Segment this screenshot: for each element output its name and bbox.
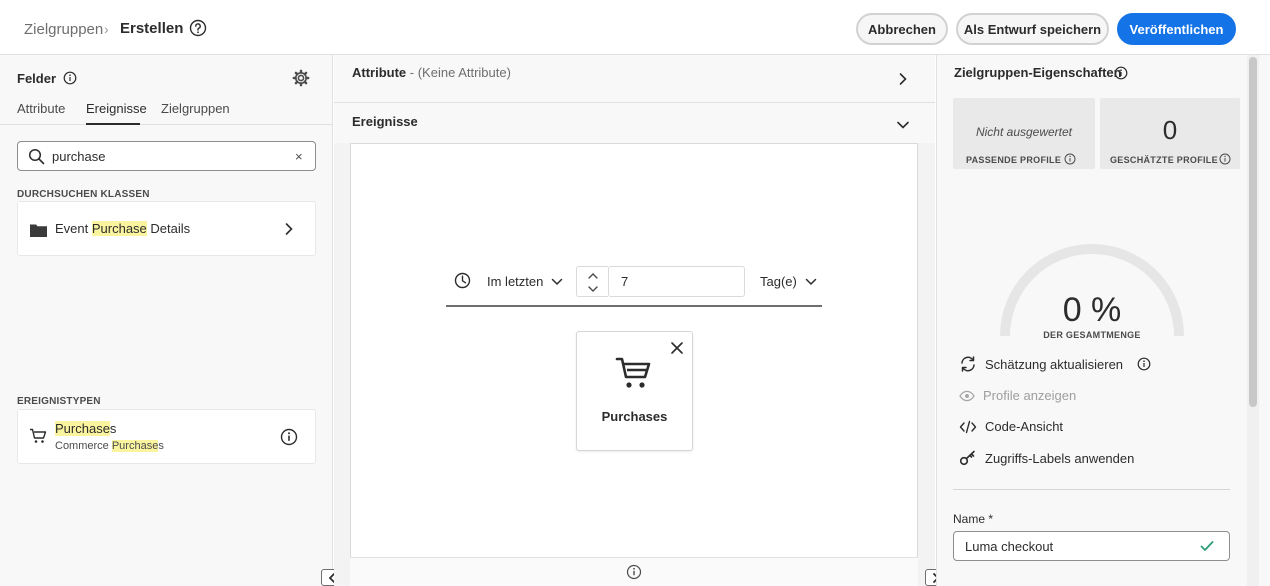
estimated-profiles-label: GESCHÄTZTE PROFILE — [1110, 155, 1218, 165]
name-input[interactable]: Luma checkout — [965, 539, 1053, 554]
browse-class-item[interactable]: Event Purchase Details — [17, 201, 316, 256]
tab-audiences[interactable]: Zielgruppen — [161, 101, 230, 116]
canvas-footer — [350, 557, 918, 586]
save-draft-button[interactable]: Als Entwurf speichern — [956, 13, 1109, 45]
refresh-estimate-button[interactable]: Schätzung aktualisieren — [959, 356, 1151, 372]
cart-icon — [29, 428, 47, 444]
cancel-button[interactable]: Abbrechen — [856, 13, 948, 45]
chevron-down-icon[interactable] — [805, 278, 817, 286]
gauge-label: DER GESAMTMENGE — [1043, 330, 1141, 340]
events-canvas: Im letzten 7 Tag(e) Purchases — [350, 143, 918, 586]
chevron-right-icon[interactable] — [284, 222, 294, 236]
chevron-down-icon[interactable] — [551, 278, 563, 286]
event-type-item[interactable]: Purchases Commerce Purchases — [17, 409, 316, 464]
browse-classes-label: DURCHSUCHEN KLASSEN — [17, 189, 150, 200]
help-icon[interactable] — [189, 19, 207, 37]
info-icon[interactable] — [1114, 66, 1128, 80]
fields-panel: Felder Attribute Ereignisse Zielgruppen … — [0, 55, 333, 586]
close-icon[interactable] — [669, 340, 685, 356]
tab-attributes[interactable]: Attribute — [17, 101, 65, 116]
search-icon — [28, 148, 45, 165]
view-profiles-button[interactable]: Profile anzeigen — [959, 388, 1076, 403]
matching-profiles-label: PASSENDE PROFILE — [966, 155, 1062, 165]
name-field[interactable]: Luma checkout — [953, 531, 1230, 561]
events-section-header[interactable]: Ereignisse — [334, 103, 935, 143]
estimated-profiles-box: 0 GESCHÄTZTE PROFILE — [1100, 98, 1240, 169]
event-card-label: Purchases — [601, 409, 668, 424]
browse-class-label: Event Purchase Details — [55, 221, 191, 236]
time-value-input[interactable]: 7 — [608, 266, 745, 297]
time-unit-select[interactable]: Tag(e) — [760, 274, 797, 289]
events-section-title: Ereignisse — [352, 114, 418, 129]
attributes-section-header[interactable]: Attribute - (Keine Attribute) — [334, 55, 935, 103]
properties-title: Zielgruppen-Eigenschaften — [954, 65, 1122, 80]
breadcrumb-separator: › — [104, 21, 109, 37]
key-icon — [959, 450, 977, 466]
info-icon[interactable] — [1064, 153, 1076, 165]
clear-icon[interactable]: × — [295, 149, 303, 164]
info-icon[interactable] — [626, 564, 642, 580]
estimated-profiles-value: 0 — [1162, 115, 1178, 145]
scrollbar-thumb[interactable] — [1249, 57, 1257, 407]
folder-icon — [30, 223, 47, 237]
page-title: Erstellen — [120, 20, 184, 37]
breadcrumb-parent[interactable]: Zielgruppen — [24, 21, 103, 38]
quantity-stepper[interactable] — [576, 266, 608, 297]
fields-title: Felder — [17, 71, 57, 86]
publish-button[interactable]: Veröffentlichen — [1117, 13, 1236, 45]
gear-icon[interactable] — [292, 69, 310, 87]
event-type-title: Purchases — [55, 421, 117, 436]
cart-icon — [615, 356, 653, 390]
name-label: Name * — [953, 512, 994, 526]
timeline-bar — [446, 305, 822, 307]
active-tab-indicator — [86, 123, 140, 125]
event-type-subtitle: Commerce Purchases — [55, 440, 164, 452]
gauge-value: 0 % — [1062, 291, 1122, 329]
eye-icon — [959, 390, 975, 402]
info-icon[interactable] — [1219, 153, 1231, 165]
top-header: Zielgruppen › Erstellen Abbrechen Als En… — [0, 0, 1270, 55]
section-divider — [953, 489, 1230, 490]
tab-events[interactable]: Ereignisse — [86, 101, 147, 116]
checkmark-icon — [1200, 540, 1214, 552]
info-icon[interactable] — [1137, 357, 1151, 371]
time-mode-select[interactable]: Im letzten — [487, 274, 543, 289]
search-input[interactable]: purchase — [52, 149, 105, 164]
info-icon[interactable] — [63, 71, 77, 85]
apply-access-labels-button[interactable]: Zugriffs-Labels anwenden — [959, 450, 1134, 466]
search-field[interactable]: purchase × — [17, 141, 316, 171]
audience-properties-panel: Zielgruppen-Eigenschaften Nicht ausgewer… — [936, 55, 1270, 586]
chevron-down-icon[interactable] — [896, 120, 910, 130]
matching-profiles-box: Nicht ausgewertet PASSENDE PROFILE — [953, 98, 1095, 169]
tabs-divider — [0, 124, 333, 125]
refresh-icon — [959, 356, 977, 372]
matching-profiles-value: Nicht ausgewertet — [975, 125, 1073, 139]
chevron-right-icon[interactable] — [898, 72, 908, 86]
event-card-purchases[interactable]: Purchases — [576, 331, 693, 451]
code-view-button[interactable]: Code-Ansicht — [959, 419, 1063, 434]
attributes-section-title: Attribute - (Keine Attribute) — [352, 65, 511, 80]
code-icon — [959, 420, 977, 434]
builder-panel: Attribute - (Keine Attribute) Ereignisse… — [334, 55, 935, 586]
event-types-label: EREIGNISTYPEN — [17, 396, 101, 407]
clock-icon — [454, 272, 471, 289]
info-icon[interactable] — [280, 428, 298, 446]
